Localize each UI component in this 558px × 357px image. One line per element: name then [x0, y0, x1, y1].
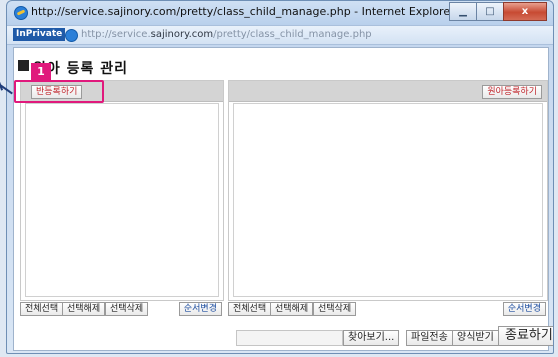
browser-window: http://service.sajinory.com/pretty/class… [6, 0, 554, 354]
class-select-all-button[interactable]: 전체선택 [20, 302, 64, 316]
send-file-button[interactable]: 파일전송 [406, 330, 453, 346]
ie-logo-icon [65, 29, 78, 42]
close-button[interactable]: x [503, 2, 547, 21]
step-badge: 1 [31, 63, 51, 80]
address-bar: InPrivate http://service.sajinory.com/pr… [7, 25, 553, 45]
ie-logo-icon [14, 6, 28, 20]
get-form-button[interactable]: 양식받기 [452, 330, 499, 346]
child-panel: 원아등록하기 [228, 80, 548, 301]
child-panel-header: 원아등록하기 [229, 81, 547, 102]
url-domain: sajinory.com [150, 29, 214, 40]
maximize-button[interactable]: □ [476, 2, 504, 21]
minimize-icon: ▁ [459, 6, 467, 17]
title-bullet-icon [18, 60, 29, 71]
class-list[interactable] [25, 103, 219, 297]
child-toolbar: 전체선택 선택해제 선택삭제 순서변경 [228, 302, 548, 316]
child-delete-button[interactable]: 선택삭제 [313, 302, 357, 316]
title-bar: http://service.sajinory.com/pretty/class… [7, 1, 553, 23]
url-path: /pretty/class_child_manage.php [213, 29, 372, 40]
finish-button[interactable]: 종료하기 [498, 326, 553, 346]
url-prefix: http://service. [81, 29, 151, 40]
register-child-button[interactable]: 원아등록하기 [482, 85, 542, 99]
class-reorder-button[interactable]: 순서변경 [178, 302, 222, 316]
child-list[interactable] [233, 103, 543, 297]
upload-progress-bar [236, 330, 343, 346]
browse-button[interactable]: 찾아보기... [343, 330, 400, 346]
child-select-all-button[interactable]: 전체선택 [228, 302, 272, 316]
bottom-bar: 찾아보기... 파일전송 양식받기 종료하기 [14, 322, 553, 348]
class-panel: 반등록하기 [20, 80, 224, 301]
url-text[interactable]: http://service.sajinory.com/pretty/class… [81, 29, 372, 40]
child-reorder-button[interactable]: 순서변경 [502, 302, 546, 316]
class-toolbar: 전체선택 선택해제 선택삭제 순서변경 [20, 302, 222, 316]
maximize-icon: □ [485, 6, 495, 17]
register-class-highlight [14, 80, 104, 103]
inprivate-badge: InPrivate [13, 28, 66, 41]
child-deselect-button[interactable]: 선택해제 [270, 302, 314, 316]
close-icon: x [521, 6, 529, 17]
class-delete-button[interactable]: 선택삭제 [105, 302, 149, 316]
minimize-button[interactable]: ▁ [449, 2, 477, 21]
class-deselect-button[interactable]: 선택해제 [62, 302, 106, 316]
window-controls: ▁ □ x [449, 2, 547, 21]
